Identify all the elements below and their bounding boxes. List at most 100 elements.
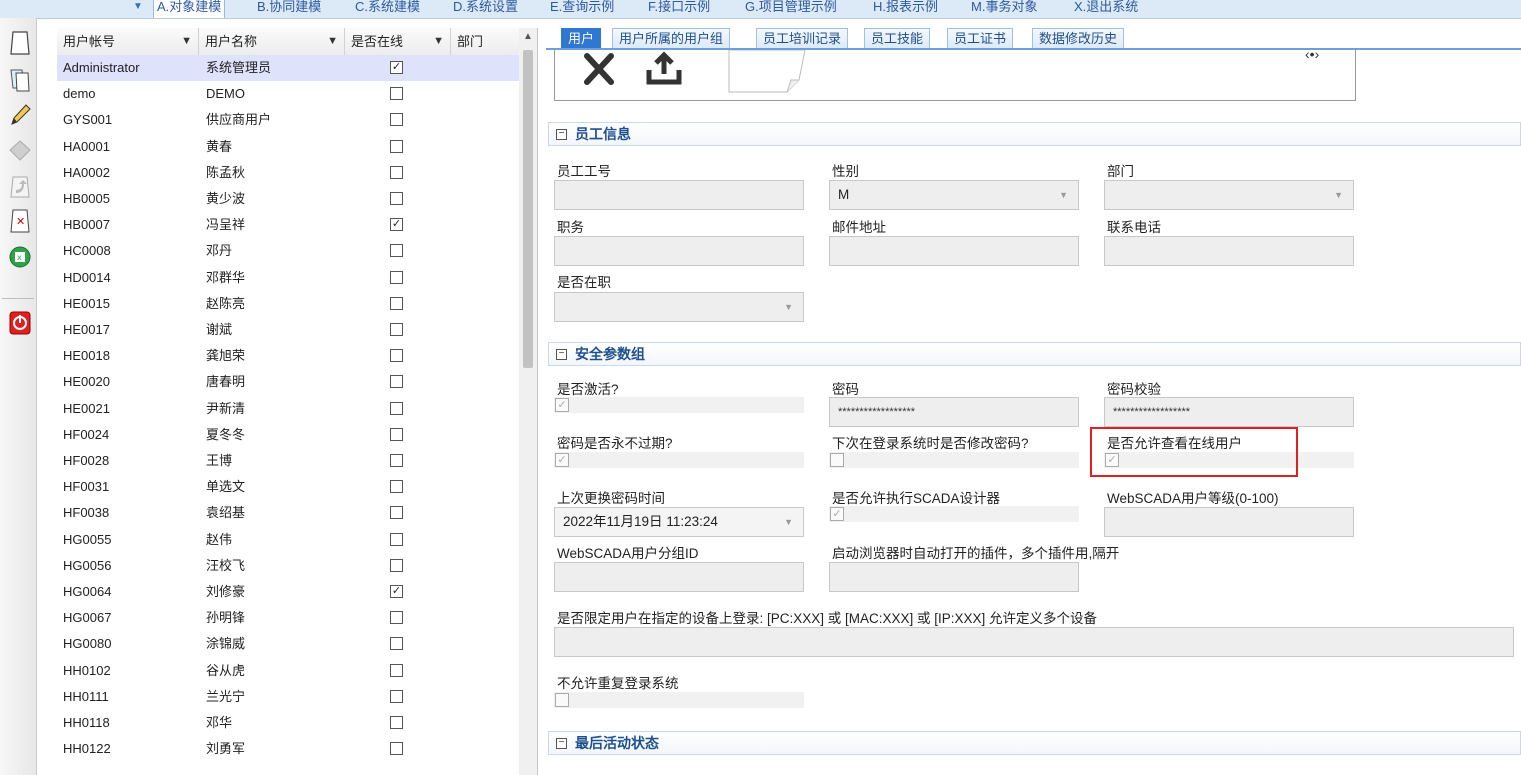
scroll-thumb[interactable] — [523, 50, 533, 368]
online-checkbox[interactable]: ✓ — [390, 585, 403, 598]
online-checkbox[interactable] — [390, 716, 403, 729]
online-checkbox[interactable] — [390, 689, 403, 703]
employed-select[interactable]: ▼ — [554, 292, 804, 322]
online-checkbox[interactable] — [390, 558, 403, 572]
section-last-activity[interactable]: − 最后活动状态 — [548, 731, 1521, 755]
tab-certificates[interactable]: 员工证书 — [947, 28, 1014, 49]
table-row[interactable]: GYS001 供应商用户 — [57, 107, 519, 133]
online-checkbox[interactable] — [390, 637, 403, 651]
delete-document-icon[interactable]: ✕ — [8, 208, 32, 234]
upload-icon[interactable] — [643, 50, 685, 88]
table-row[interactable]: HA0001 黄春 — [57, 134, 519, 160]
edit-pencil-icon[interactable] — [8, 102, 32, 128]
table-row[interactable]: HE0021 尹新清 — [57, 396, 519, 422]
section-employee[interactable]: − 员工信息 — [548, 122, 1521, 146]
filter-icon[interactable]: ▼ — [181, 28, 192, 55]
photo-more-icon[interactable]: ‹•› — [1305, 50, 1319, 62]
menu-dropdown-icon[interactable]: ▼ — [133, 1, 143, 12]
last-pwd-change-field[interactable]: 2022年11月19日 11:23:24 ▼ — [554, 507, 804, 537]
table-row[interactable]: HH0118 邓华 — [57, 710, 519, 736]
table-row[interactable]: HF0038 袁绍基 — [57, 500, 519, 526]
table-row[interactable]: HD0014 邓群华 — [57, 265, 519, 291]
col-header-dept[interactable]: 部门 — [451, 28, 519, 55]
online-checkbox[interactable]: ✓ — [390, 61, 403, 74]
scroll-up-icon[interactable]: ▲ — [519, 28, 537, 46]
online-checkbox[interactable] — [390, 349, 403, 363]
menu-transaction-objects[interactable]: M.事务对象 — [971, 0, 1037, 18]
filter-icon[interactable]: ▼ — [327, 28, 338, 55]
export-excel-icon[interactable]: x — [8, 244, 32, 270]
tab-user-groups[interactable]: 用户所属的用户组 — [612, 28, 731, 49]
webscada-level-field[interactable] — [1104, 507, 1354, 537]
menu-project-mgmt[interactable]: G.项目管理示例 — [745, 0, 837, 18]
table-row[interactable]: HH0102 谷从虎 — [57, 658, 519, 684]
col-header-online[interactable]: 是否在线 ▼ — [345, 28, 451, 55]
table-row[interactable]: HH0122 刘勇军 — [57, 736, 519, 762]
table-row[interactable]: HA0002 陈孟秋 — [57, 160, 519, 186]
device-restrict-field[interactable] — [554, 627, 1514, 657]
online-checkbox[interactable] — [390, 375, 403, 389]
online-checkbox[interactable] — [390, 165, 403, 179]
webscada-group-field[interactable] — [554, 562, 804, 592]
table-row[interactable]: HF0028 王博 — [57, 448, 519, 474]
table-row[interactable]: HE0017 谢斌 — [57, 317, 519, 343]
table-row[interactable]: HB0007 冯呈祥 ✓ — [57, 212, 519, 238]
table-row[interactable]: HG0080 涂锦威 — [57, 631, 519, 657]
online-checkbox[interactable]: ✓ — [390, 218, 403, 232]
collapse-icon[interactable]: − — [556, 738, 567, 749]
save-disk-icon[interactable] — [8, 138, 32, 164]
online-checkbox[interactable] — [390, 427, 403, 441]
table-row[interactable]: HB0005 黄少波 — [57, 186, 519, 212]
online-checkbox[interactable] — [390, 296, 403, 310]
password-field[interactable]: ****************** — [829, 397, 1079, 427]
password-check-field[interactable]: ****************** — [1104, 397, 1354, 427]
menu-system-modeling[interactable]: C.系统建模 — [355, 0, 420, 18]
online-checkbox[interactable] — [390, 480, 403, 494]
grid-scrollbar[interactable]: ▲ — [519, 28, 537, 775]
email-field[interactable] — [829, 236, 1079, 266]
never-expire-checkbox[interactable]: ✓ — [554, 452, 804, 468]
online-checkbox[interactable] — [390, 454, 403, 467]
tab-user[interactable]: 用户 — [561, 28, 602, 49]
close-x-icon[interactable] — [579, 52, 619, 88]
online-checkbox[interactable] — [390, 742, 403, 756]
menu-collab-modeling[interactable]: B.协同建模 — [257, 0, 321, 18]
menu-exit-system[interactable]: X.退出系统 — [1074, 0, 1138, 18]
online-checkbox[interactable] — [390, 87, 403, 101]
table-row[interactable]: HF0031 单选文 — [57, 474, 519, 500]
table-row[interactable]: HE0018 龚旭荣 — [57, 343, 519, 369]
menu-interface-examples[interactable]: F.接口示例 — [648, 0, 710, 18]
online-checkbox[interactable] — [390, 532, 403, 546]
phone-field[interactable] — [1104, 236, 1354, 266]
active-checkbox[interactable]: ✓ — [554, 397, 804, 413]
online-checkbox[interactable] — [390, 323, 403, 336]
online-checkbox[interactable] — [390, 663, 403, 677]
table-row[interactable]: HE0015 赵陈亮 — [57, 291, 519, 317]
col-header-name[interactable]: 用户名称 ▼ — [199, 28, 345, 55]
section-security[interactable]: − 安全参数组 — [548, 342, 1521, 366]
collapse-icon[interactable]: − — [556, 349, 567, 360]
no-repeat-login-checkbox[interactable] — [554, 692, 804, 708]
power-exit-icon[interactable] — [8, 310, 32, 336]
auto-plugins-field[interactable] — [829, 562, 1079, 592]
position-field[interactable] — [554, 236, 804, 266]
table-row[interactable]: HF0024 夏冬冬 — [57, 422, 519, 448]
copy-document-icon[interactable] — [8, 66, 32, 92]
dept-select[interactable]: ▼ — [1104, 180, 1354, 210]
tab-skills[interactable]: 员工技能 — [864, 28, 931, 49]
table-row[interactable]: HG0064 刘修豪 ✓ — [57, 579, 519, 605]
tab-change-history[interactable]: 数据修改历史 — [1032, 28, 1125, 49]
gender-select[interactable]: M ▼ — [829, 180, 1079, 210]
menu-report-examples[interactable]: H.报表示例 — [873, 0, 938, 18]
table-row[interactable]: HG0067 孙明锋 — [57, 605, 519, 631]
table-row[interactable]: HH0111 兰光宁 — [57, 684, 519, 710]
collapse-icon[interactable]: − — [556, 129, 567, 140]
online-checkbox[interactable] — [390, 244, 403, 258]
table-row[interactable]: HE0020 唐春明 — [57, 369, 519, 395]
online-checkbox[interactable] — [390, 270, 403, 284]
col-header-account[interactable]: 用户帐号 ▼ — [57, 28, 199, 55]
tab-training-records[interactable]: 员工培训记录 — [756, 28, 849, 49]
scada-designer-checkbox[interactable]: ✓ — [829, 506, 1079, 522]
online-checkbox[interactable] — [390, 192, 403, 205]
online-checkbox[interactable] — [390, 401, 403, 415]
